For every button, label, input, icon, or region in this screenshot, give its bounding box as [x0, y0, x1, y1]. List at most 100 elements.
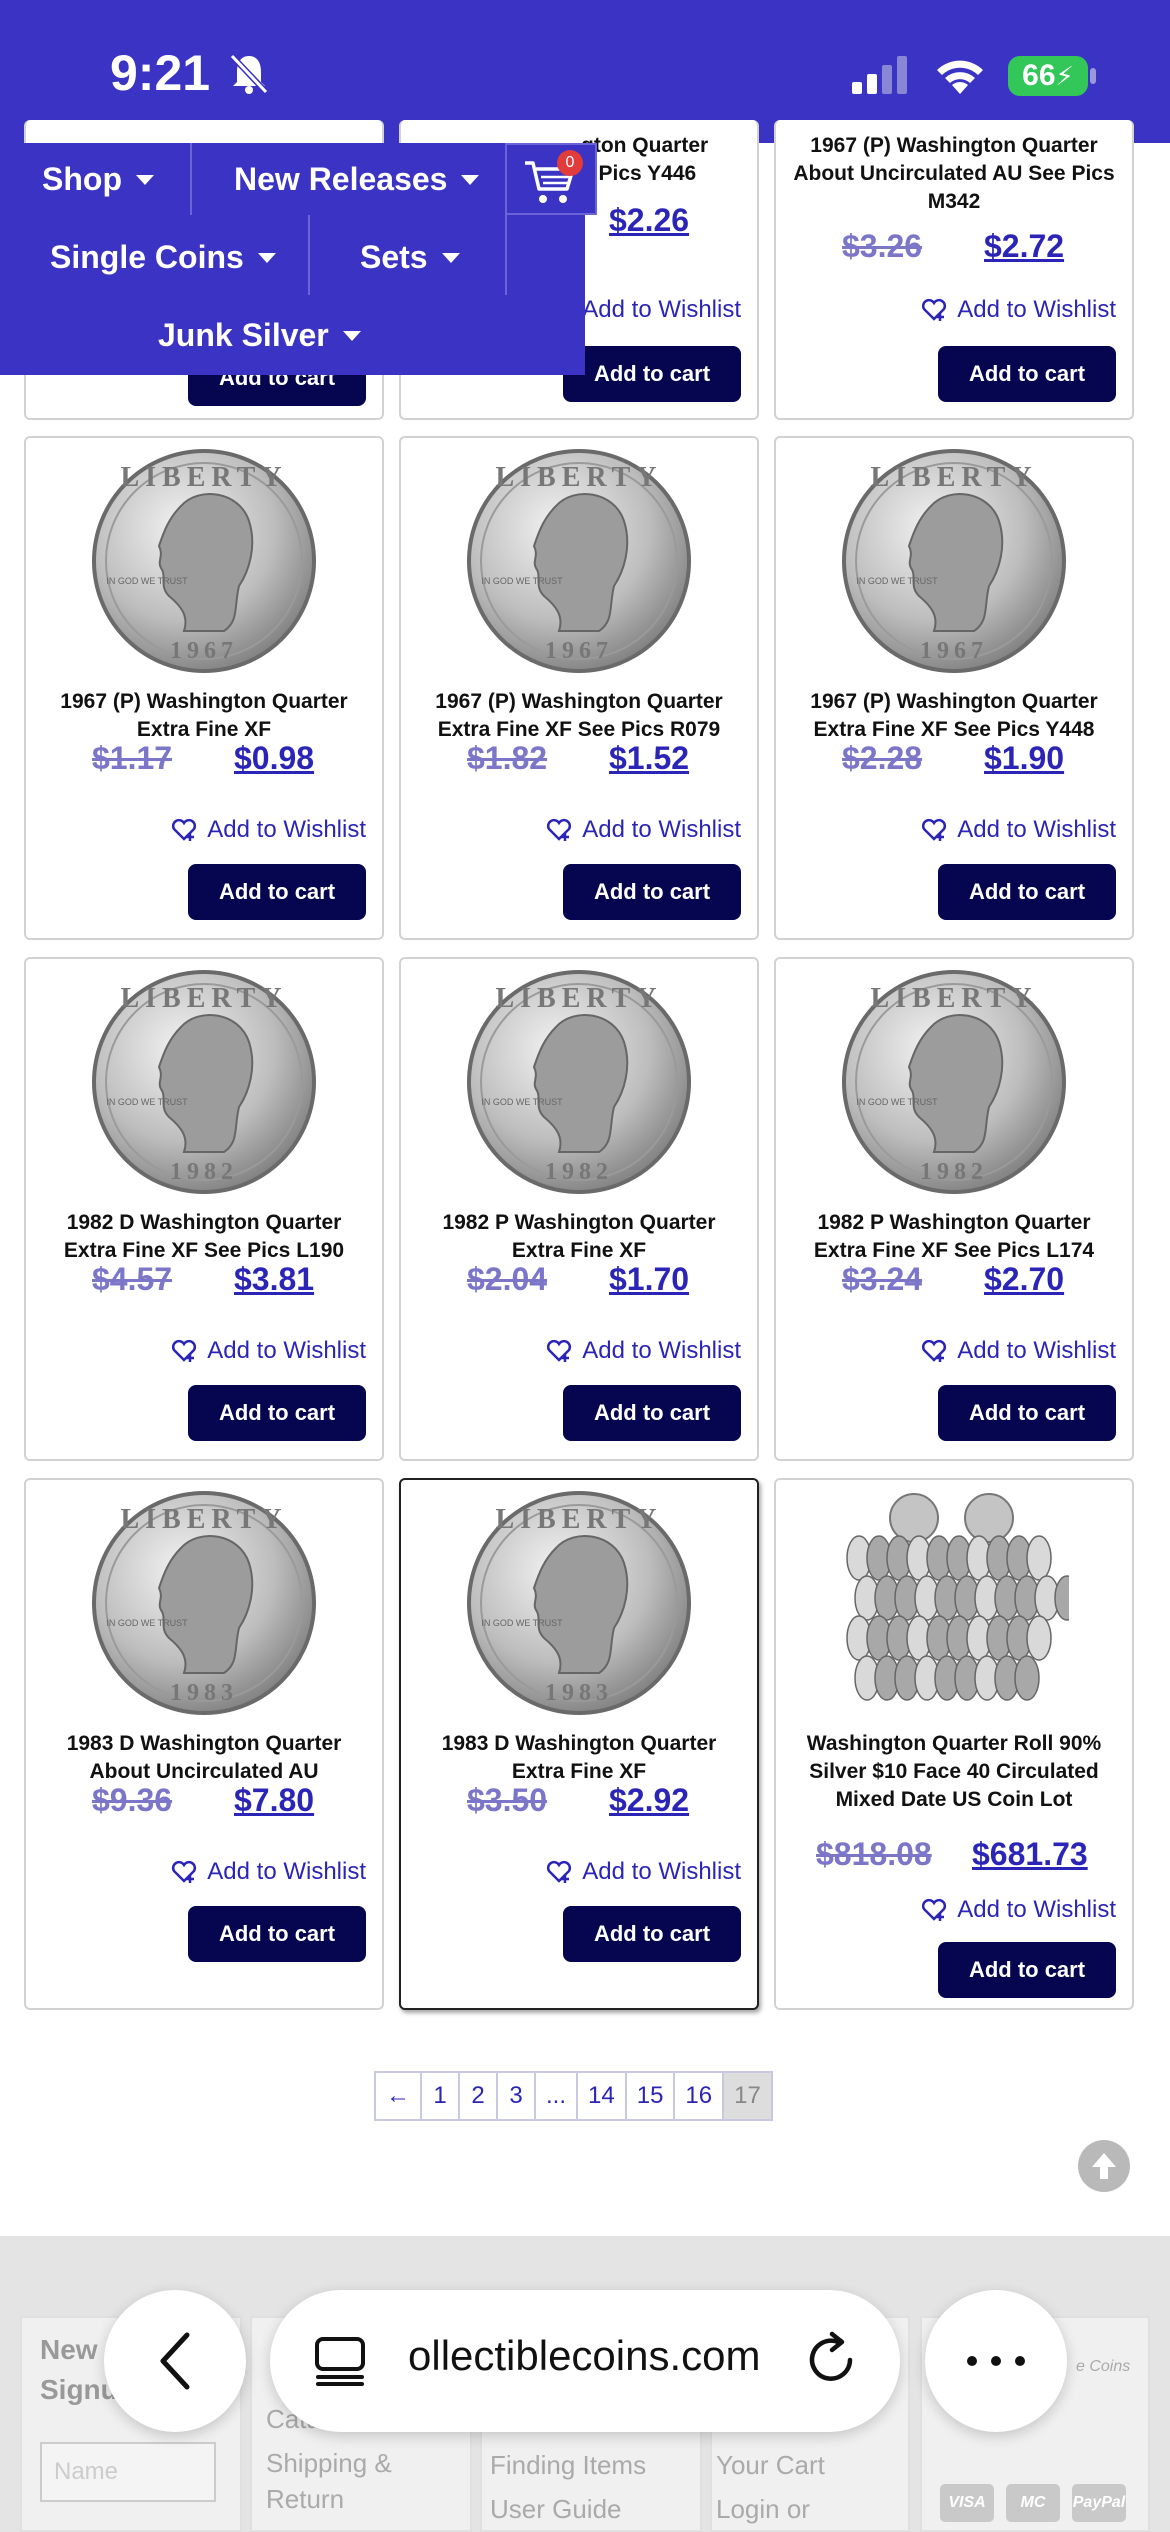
nav-divider [190, 143, 192, 215]
product-title[interactable]: 1982 D Washington Quarter Extra Fine XF … [40, 1209, 368, 1265]
add-to-cart-button[interactable]: Add to cart [563, 864, 741, 920]
product-title[interactable]: 1983 D Washington Quarter Extra Fine XF [415, 1730, 743, 1786]
footer-link[interactable]: Shipping & [266, 2448, 392, 2479]
quarter-coin-image[interactable]: LIBERTY IN GOD WE TRUST 1983 [89, 1488, 319, 1718]
footer-link[interactable]: Your Cart [716, 2450, 825, 2481]
add-to-cart-button[interactable]: Add to cart [563, 346, 741, 402]
quarter-coin-image[interactable]: LIBERTY IN GOD WE TRUST 1983 [464, 1488, 694, 1718]
add-to-wishlist-link[interactable]: Add to Wishlist [171, 816, 366, 844]
pagination-page[interactable]: 14 [578, 2073, 627, 2119]
quarter-coin-image[interactable]: LIBERTY IN GOD WE TRUST 1982 [464, 967, 694, 1197]
add-to-wishlist-link[interactable]: Add to Wishlist [546, 1337, 741, 1365]
wishlist-label: Add to Wishlist [207, 1858, 366, 1885]
add-to-cart-button[interactable]: Add to cart [938, 864, 1116, 920]
product-card: Washington Quarter Roll 90% Silver $10 F… [774, 1478, 1134, 2010]
sale-price[interactable]: $1.70 [609, 1261, 689, 1298]
sale-price[interactable]: $2.26 [609, 202, 689, 239]
original-price: $1.82 [467, 740, 548, 776]
footer-link[interactable]: Login or [716, 2494, 810, 2525]
caret-down-icon [135, 174, 154, 185]
sale-price[interactable]: $2.72 [984, 228, 1064, 265]
original-price: $4.57 [92, 1261, 173, 1297]
wishlist-label: Add to Wishlist [582, 816, 741, 843]
tabs-icon[interactable] [314, 2336, 366, 2386]
original-price: $1.17 [92, 740, 173, 776]
add-to-wishlist-link[interactable]: Add to Wishlist [921, 1896, 1116, 1924]
sale-price[interactable]: $0.98 [234, 740, 314, 777]
pagination-page[interactable]: 16 [675, 2073, 725, 2119]
product-title[interactable]: 1967 (P) Washington Quarter Extra Fine X… [40, 688, 368, 744]
svg-text:1982: 1982 [545, 1159, 613, 1185]
sale-price[interactable]: $1.52 [609, 740, 689, 777]
scroll-to-top-button[interactable] [1078, 2140, 1130, 2192]
original-price: $2.28 [842, 740, 923, 776]
footer-link[interactable]: Return [266, 2484, 344, 2515]
product-title[interactable]: 1967 (P) Washington Quarter Extra Fine X… [415, 688, 743, 744]
add-to-cart-button[interactable]: Add to cart [188, 864, 366, 920]
sale-price[interactable]: $3.81 [234, 1261, 314, 1298]
product-title[interactable]: 1967 (P) Washington Quarter About Uncirc… [790, 132, 1118, 216]
add-to-wishlist-link[interactable]: Add to Wishlist [546, 1858, 741, 1886]
sale-price[interactable]: $1.90 [984, 740, 1064, 777]
add-to-wishlist-link[interactable]: Add to Wishlist [582, 296, 741, 324]
signal-icon [852, 56, 907, 94]
add-to-cart-button[interactable]: Add to cart [188, 1906, 366, 1962]
product-title[interactable]: 1982 P Washington Quarter Extra Fine XF … [790, 1209, 1118, 1265]
nav-shop[interactable]: Shop [42, 161, 154, 198]
quarter-coin-image[interactable]: LIBERTY IN GOD WE TRUST 1982 [89, 967, 319, 1197]
product-title[interactable]: 1982 P Washington Quarter Extra Fine XF [415, 1209, 743, 1265]
svg-text:IN GOD WE TRUST: IN GOD WE TRUST [106, 576, 188, 586]
add-to-wishlist-link[interactable]: Add to Wishlist [921, 816, 1116, 844]
quarter-coin-image[interactable]: LIBERTY IN GOD WE TRUST 1967 [839, 446, 1069, 676]
product-card: LIBERTY IN GOD WE TRUST 1967 1967 (P) Washi… [24, 436, 384, 940]
add-to-wishlist-link[interactable]: Add to Wishlist [171, 1858, 366, 1886]
back-button[interactable] [104, 2290, 246, 2432]
sale-price[interactable]: $2.92 [609, 1782, 689, 1819]
pagination-page[interactable]: 1 [422, 2073, 460, 2119]
more-button[interactable] [925, 2290, 1067, 2432]
add-to-wishlist-link[interactable]: Add to Wishlist [546, 816, 741, 844]
url-text[interactable]: ollectiblecoins.com [408, 2332, 761, 2380]
add-to-wishlist-link[interactable]: Add to Wishlist [171, 1337, 366, 1365]
add-to-cart-button[interactable]: Add to cart [938, 346, 1116, 402]
nav-junk-silver[interactable]: Junk Silver [158, 317, 361, 354]
nav-single-coins[interactable]: Single Coins [50, 239, 276, 276]
cart-button[interactable] [505, 143, 597, 215]
nav-new-releases[interactable]: New Releases [234, 161, 480, 198]
heart-plus-icon [547, 1339, 572, 1362]
product-title[interactable]: 1983 D Washington Quarter About Uncircul… [40, 1730, 368, 1786]
add-to-cart-button[interactable]: Add to cart [188, 1385, 366, 1441]
heart-plus-icon [922, 1898, 947, 1921]
nav-sets[interactable]: Sets [360, 239, 460, 276]
coin-roll-image[interactable] [839, 1488, 1069, 1718]
add-to-cart-button[interactable]: Add to cart [563, 1385, 741, 1441]
add-to-wishlist-link[interactable]: Add to Wishlist [921, 1337, 1116, 1365]
original-price: $3.26 [842, 228, 923, 264]
product-title[interactable]: 1967 (P) Washington Quarter Extra Fine X… [790, 688, 1118, 744]
add-to-cart-button[interactable]: Add to cart [563, 1906, 741, 1962]
quarter-coin-image[interactable]: LIBERTY IN GOD WE TRUST 1967 [464, 446, 694, 676]
pagination: ← 1 2 3... 14 15 16 17 [374, 2071, 773, 2121]
sale-price[interactable]: $681.73 [972, 1836, 1088, 1873]
pagination-prev[interactable]: ← [376, 2073, 422, 2119]
newsletter-name-input[interactable]: Name [40, 2442, 216, 2502]
pagination-page[interactable]: 2 [460, 2073, 498, 2119]
svg-text:1983: 1983 [545, 1680, 613, 1706]
footer-link[interactable]: Finding Items [490, 2450, 646, 2481]
footer-brand: e Coins [1076, 2358, 1131, 2375]
reload-icon[interactable] [806, 2330, 858, 2386]
add-to-cart-button[interactable]: Add to cart [938, 1385, 1116, 1441]
quarter-coin-image[interactable]: LIBERTY IN GOD WE TRUST 1982 [839, 967, 1069, 1197]
original-price: $3.24 [842, 1261, 923, 1297]
quarter-coin-image[interactable]: LIBERTY IN GOD WE TRUST 1967 [89, 446, 319, 676]
heart-plus-icon [172, 1339, 197, 1362]
original-price: $2.04 [467, 1261, 548, 1297]
sale-price[interactable]: $7.80 [234, 1782, 314, 1819]
product-title[interactable]: Washington Quarter Roll 90% Silver $10 F… [790, 1730, 1118, 1814]
sale-price[interactable]: $2.70 [984, 1261, 1064, 1298]
pagination-page[interactable]: 15 [627, 2073, 676, 2119]
add-to-cart-button[interactable]: Add to cart [938, 1942, 1116, 1998]
add-to-wishlist-link[interactable]: Add to Wishlist [921, 296, 1116, 324]
footer-link[interactable]: User Guide [490, 2494, 622, 2525]
pagination-page[interactable]: 3 [498, 2073, 536, 2119]
